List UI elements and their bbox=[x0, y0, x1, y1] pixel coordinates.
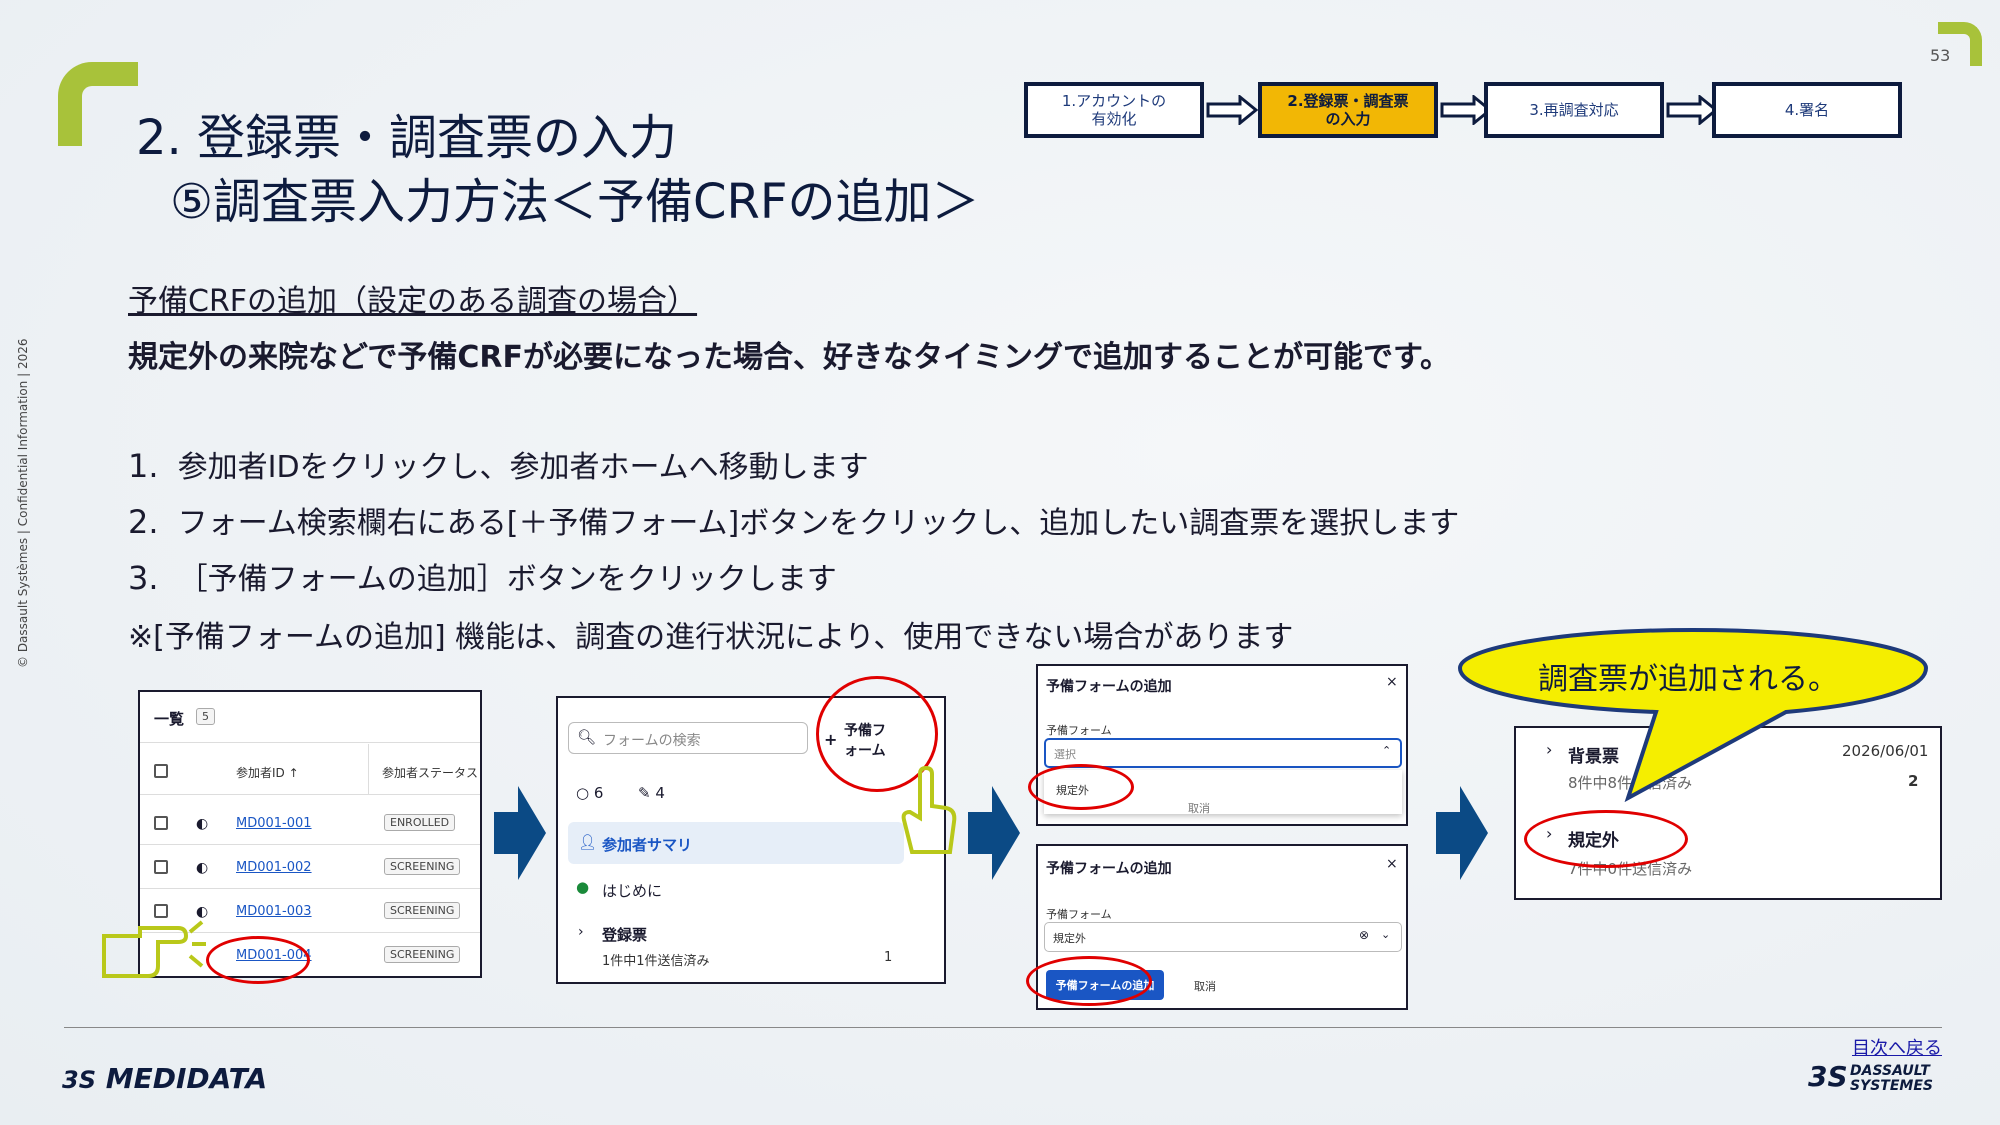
status-badge: SCREENING bbox=[384, 902, 461, 919]
highlight-circle bbox=[206, 936, 310, 984]
half-circle-icon: ◐ bbox=[196, 860, 209, 876]
step-1: 1.アカウントの 有効化 bbox=[1024, 82, 1204, 138]
instruction-1: 1. 参加者IDをクリックし、参加者ホームへ移動します bbox=[128, 447, 869, 485]
pointing-hand-icon bbox=[102, 920, 206, 978]
user-icon: 👤︎ bbox=[578, 833, 598, 851]
corner-bracket-top-left bbox=[58, 62, 138, 146]
column-header-id[interactable]: 参加者ID ↑ bbox=[236, 764, 299, 781]
subject-id-link[interactable]: MD001-002 bbox=[236, 860, 312, 875]
highlight-circle bbox=[1028, 764, 1134, 810]
step-arrow-icon bbox=[1206, 95, 1258, 125]
chevron-down-icon: ⌄ bbox=[1381, 928, 1391, 941]
close-icon[interactable]: × bbox=[1386, 674, 1398, 690]
subject-id-link[interactable]: MD001-003 bbox=[236, 904, 312, 919]
nav-registration-sub: 1件中1件送信済み bbox=[602, 954, 710, 969]
form-search-input[interactable]: 🔍︎ フォームの検索 bbox=[568, 722, 808, 754]
edit-count: ✎ 4 bbox=[638, 784, 665, 802]
nav-intro[interactable]: はじめに bbox=[602, 880, 662, 901]
back-to-toc-link[interactable]: 目次へ戻る bbox=[1852, 1034, 1942, 1060]
instruction-3: 3. ［予備フォームの追加］ボタンをクリックします bbox=[128, 559, 837, 597]
chevron-right-icon: › bbox=[578, 924, 584, 940]
highlight-circle bbox=[1524, 810, 1688, 868]
flow-arrow-icon bbox=[968, 786, 1020, 880]
list-title: 一覧 bbox=[154, 710, 185, 728]
hidden-cancel-button[interactable]: 取消 bbox=[1188, 800, 1210, 816]
instruction-2: 2. フォーム検索欄右にある[＋予備フォーム]ボタンをクリックし、追加したい調査… bbox=[128, 503, 1460, 541]
dialog-title: 予備フォームの追加 bbox=[1046, 679, 1172, 695]
row-checkbox[interactable] bbox=[154, 816, 168, 830]
open-count: ○ 6 bbox=[576, 784, 604, 802]
step-3: 3.再調査対応 bbox=[1484, 82, 1664, 138]
search-icon: 🔍︎ bbox=[577, 728, 597, 746]
field-label: 予備フォーム bbox=[1046, 724, 1112, 737]
highlight-circle bbox=[1026, 956, 1152, 1006]
chevron-up-icon: ⌃ bbox=[1382, 744, 1392, 757]
dialog-title: 予備フォームの追加 bbox=[1046, 861, 1172, 877]
callout-text: 調査票が追加される。 bbox=[1538, 662, 1838, 697]
slide: 53 © Dassault Systèmes | Confidential In… bbox=[0, 0, 2000, 1125]
flow-arrow-icon bbox=[494, 786, 546, 880]
spare-form-select[interactable]: 選択 ⌃ bbox=[1044, 738, 1402, 768]
nav-registration[interactable]: 登録票 bbox=[602, 924, 647, 945]
step-arrow-icon bbox=[1666, 95, 1718, 125]
lead-text: 規定外の来院などで予備CRFが必要になった場合、好きなタイミングで追加することが… bbox=[128, 340, 1451, 375]
nav-summary[interactable]: 👤︎ 参加者サマリ bbox=[568, 822, 904, 864]
subject-id-link[interactable]: MD001-001 bbox=[236, 816, 312, 831]
medidata-logo: 3S MEDIDATA bbox=[62, 1062, 268, 1095]
field-label: 予備フォーム bbox=[1046, 908, 1112, 921]
column-header-status[interactable]: 参加者ステータス bbox=[382, 764, 478, 781]
callout-bubble bbox=[1457, 627, 1929, 802]
clear-icon[interactable]: ⊗ bbox=[1359, 928, 1369, 942]
status-badge: SCREENING bbox=[384, 946, 461, 963]
page-number: 53 bbox=[1930, 46, 1951, 65]
pointing-hand-icon bbox=[901, 766, 957, 854]
select-all-checkbox[interactable] bbox=[154, 764, 168, 778]
status-badge: SCREENING bbox=[384, 858, 461, 875]
page-title-line1: 2. 登録票・調査票の入力 bbox=[136, 110, 678, 166]
footer-divider bbox=[64, 1027, 1942, 1028]
status-badge: ENROLLED bbox=[384, 814, 456, 831]
list-count-badge: 5 bbox=[196, 708, 215, 725]
step-2-active: 2.登録票・調査票 の入力 bbox=[1258, 82, 1438, 138]
dassault-logo-mark: 3S bbox=[1808, 1060, 1848, 1093]
close-icon[interactable]: × bbox=[1386, 856, 1398, 872]
dassault-logo: DASSAULT SYSTEMES bbox=[1850, 1063, 1933, 1095]
half-circle-icon: ◐ bbox=[196, 816, 209, 832]
step-4: 4.署名 bbox=[1712, 82, 1902, 138]
subheading: 予備CRFの追加（設定のある調査の場合） bbox=[128, 284, 698, 319]
check-circle-icon: ● bbox=[576, 878, 590, 896]
row-checkbox[interactable] bbox=[154, 860, 168, 874]
confidential-notice: © Dassault Systèmes | Confidential Infor… bbox=[16, 338, 30, 668]
note: ※[予備フォームの追加] 機能は、調査の進行状況により、使用できない場合がありま… bbox=[128, 620, 1294, 655]
page-title-line2: ⑤調査票入力方法＜予備CRFの追加＞ bbox=[170, 174, 980, 230]
nav-registration-count: 1 bbox=[884, 950, 893, 965]
spare-form-select[interactable]: 規定外 ⊗ ⌄ bbox=[1044, 922, 1402, 952]
cancel-button[interactable]: 取消 bbox=[1194, 978, 1216, 994]
